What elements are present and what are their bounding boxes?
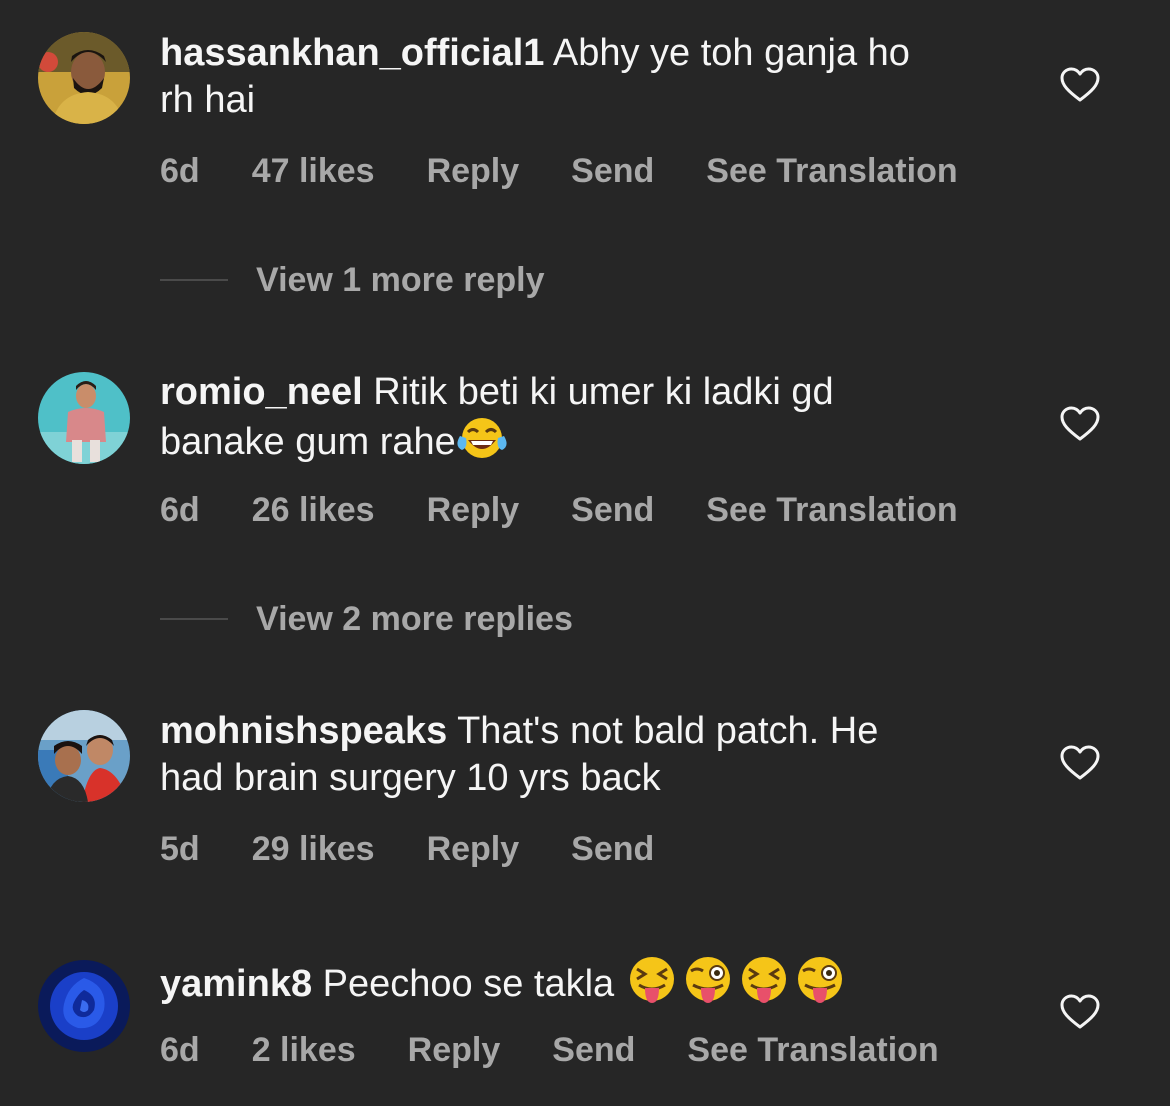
view-replies-button[interactable]: View 1 more reply <box>160 260 545 300</box>
comment-text: mohnishspeaks That's not bald patch. He … <box>160 708 1020 802</box>
likes-count[interactable]: 2 likes <box>252 1031 356 1070</box>
zany-face-emoji <box>679 955 737 1017</box>
likes-count[interactable]: 47 likes <box>252 152 375 191</box>
face-with-tears-of-joy-emoji <box>456 416 508 472</box>
comment-actions: 6d 47 likes Reply Send See Translation <box>160 151 1010 191</box>
see-translation-button[interactable]: See Translation <box>687 1031 938 1070</box>
divider-line <box>160 618 228 620</box>
avatar[interactable] <box>38 32 130 124</box>
send-button[interactable]: Send <box>571 830 654 869</box>
comment-text: hassankhan_official1 Abhy ye toh ganja h… <box>160 30 1020 124</box>
view-replies-button[interactable]: View 2 more replies <box>160 599 573 639</box>
comment-time: 6d <box>160 151 200 190</box>
comment-time: 5d <box>160 829 200 868</box>
send-button[interactable]: Send <box>571 152 654 191</box>
squinting-face-with-tongue-emoji <box>625 955 679 1017</box>
see-translation-button[interactable]: See Translation <box>706 152 957 191</box>
send-button[interactable]: Send <box>571 491 654 530</box>
heart-icon[interactable] <box>1060 994 1100 1030</box>
divider-line <box>160 279 228 281</box>
heart-icon[interactable] <box>1060 406 1100 442</box>
view-replies-label: View 1 more reply <box>256 260 545 299</box>
avatar[interactable] <box>38 710 130 802</box>
squinting-face-with-tongue-emoji <box>737 955 791 1017</box>
send-button[interactable]: Send <box>552 1031 635 1070</box>
comment-time: 6d <box>160 1030 200 1069</box>
avatar[interactable] <box>38 372 130 464</box>
likes-count[interactable]: 29 likes <box>252 830 375 869</box>
heart-icon[interactable] <box>1060 67 1100 103</box>
reply-button[interactable]: Reply <box>427 491 520 530</box>
comment-text: yamink8 Peechoo se takla <box>160 955 1020 1017</box>
avatar[interactable] <box>38 960 130 1052</box>
view-replies-label: View 2 more replies <box>256 599 573 638</box>
comment-username[interactable]: yamink8 <box>160 963 312 1005</box>
heart-icon[interactable] <box>1060 745 1100 781</box>
comment-time: 6d <box>160 490 200 529</box>
comment-username[interactable]: romio_neel <box>160 371 363 413</box>
comment-actions: 6d 2 likes Reply Send See Translation <box>160 1030 991 1070</box>
zany-face-emoji <box>791 955 849 1017</box>
comment-text: romio_neel Ritik beti ki umer ki ladki g… <box>160 369 1020 472</box>
comment-actions: 6d 26 likes Reply Send See Translation <box>160 490 1010 530</box>
comment-username[interactable]: mohnishspeaks <box>160 710 447 752</box>
likes-count[interactable]: 26 likes <box>252 491 375 530</box>
comment-actions: 5d 29 likes Reply Send <box>160 829 706 869</box>
reply-button[interactable]: Reply <box>427 830 520 869</box>
see-translation-button[interactable]: See Translation <box>706 491 957 530</box>
reply-button[interactable]: Reply <box>427 152 520 191</box>
comment-body: Peechoo se takla <box>322 963 615 1006</box>
comment-username[interactable]: hassankhan_official1 <box>160 32 544 74</box>
reply-button[interactable]: Reply <box>408 1031 501 1070</box>
